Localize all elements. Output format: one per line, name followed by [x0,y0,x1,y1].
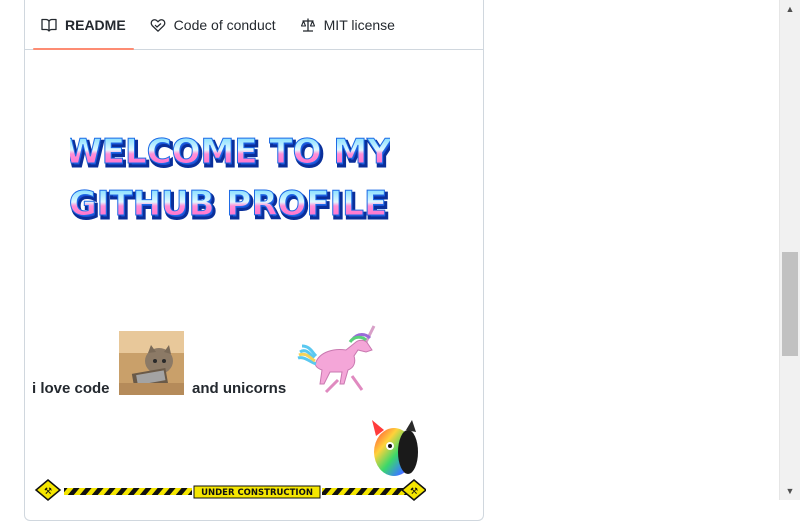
tab-code-of-conduct-label: Code of conduct [173,16,276,33]
under-construction-banner: ⚒ UNDER CONSTRUCTION ⚒ [34,478,428,502]
welcome-banner: WELCOME TO MY WELCOME TO MY GITHUB PROFI… [64,128,396,229]
tab-mit-license-label: MIT license [323,16,395,33]
scrollbar-thumb[interactable] [782,252,798,356]
tab-code-of-conduct[interactable]: Code of conduct [142,0,284,49]
banner-line1: WELCOME TO MY [70,132,390,172]
banner-line2: GITHUB PROFILE [70,184,387,224]
heart-handshake-icon [150,17,166,33]
furby-image [370,416,422,478]
page-scrollbar[interactable]: ▲ ▼ [779,0,800,500]
tab-readme[interactable]: README [33,0,134,50]
tab-readme-label: README [65,16,126,33]
love-code-text: i love code [32,380,110,397]
scroll-down-arrow-icon[interactable]: ▼ [780,482,800,500]
readme-tabs: README Code of conduct MIT license [25,0,483,50]
svg-text:⚒: ⚒ [410,487,418,497]
cat-typing-image [119,331,184,395]
scale-icon [300,17,316,33]
book-icon [41,17,57,33]
under-construction-label: UNDER CONSTRUCTION [201,488,313,498]
svg-text:⚒: ⚒ [44,487,52,497]
scroll-up-arrow-icon[interactable]: ▲ [780,0,800,18]
tab-mit-license[interactable]: MIT license [292,0,403,49]
unicorns-text: and unicorns [192,380,287,397]
unicorn-image [296,322,384,398]
